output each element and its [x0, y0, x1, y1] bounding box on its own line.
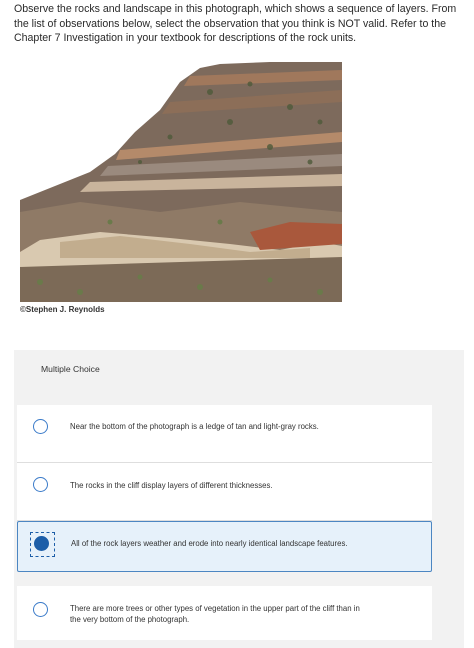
radio-button-selected[interactable] — [34, 536, 49, 551]
choice-label: There are more trees or other types of v… — [70, 604, 360, 625]
multiple-choice-header: Multiple Choice — [41, 364, 100, 374]
choice-label: The rocks in the cliff display layers of… — [70, 481, 273, 490]
question-prompt: Observe the rocks and landscape in this … — [14, 3, 457, 45]
choice-option-4[interactable]: There are more trees or other types of v… — [17, 586, 432, 640]
radio-button[interactable] — [33, 602, 48, 617]
choice-option-2[interactable]: The rocks in the cliff display layers of… — [17, 463, 432, 521]
radio-button[interactable] — [33, 477, 48, 492]
rock-layers-photo — [20, 62, 342, 302]
choice-option-1[interactable]: Near the bottom of the photograph is a l… — [17, 405, 432, 463]
choice-label: Near the bottom of the photograph is a l… — [70, 422, 319, 431]
choice-label: All of the rock layers weather and erode… — [71, 539, 348, 548]
choice-option-3[interactable]: All of the rock layers weather and erode… — [17, 521, 432, 572]
photo-credit: ©Stephen J. Reynolds — [20, 305, 105, 314]
radio-button[interactable] — [33, 419, 48, 434]
